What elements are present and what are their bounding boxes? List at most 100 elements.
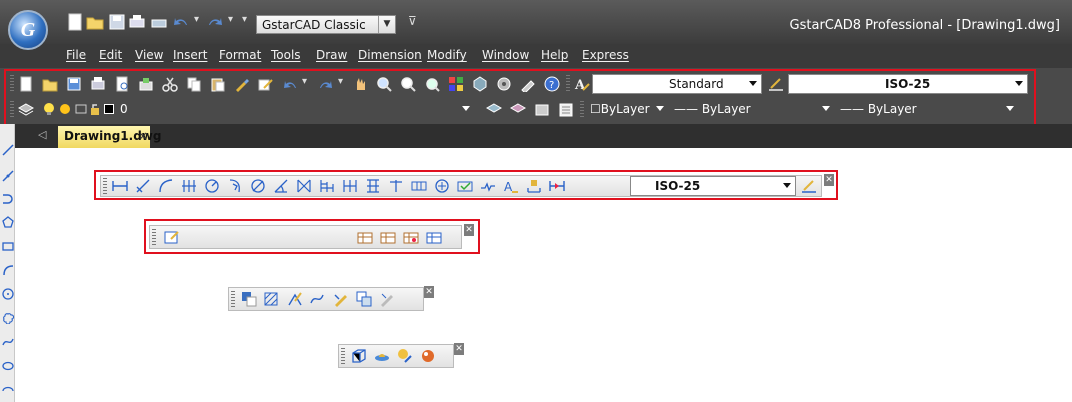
tab-drawing1[interactable]: Drawing1.dwg ×	[58, 126, 161, 148]
revision-cloud-icon[interactable]	[2, 312, 14, 324]
menu-express[interactable]: Express	[582, 48, 629, 62]
close-icon[interactable]: ×	[138, 129, 148, 143]
save-icon[interactable]	[66, 76, 82, 92]
ellipse-icon[interactable]	[2, 360, 14, 372]
table-export-icon[interactable]	[426, 229, 442, 245]
dimension-style-icon[interactable]	[801, 178, 817, 194]
layer-dropdown[interactable]: 0	[40, 100, 474, 120]
dimension-break-icon[interactable]	[388, 178, 404, 194]
close-toolbar-button[interactable]: ✕	[464, 224, 474, 236]
toolbar-grip[interactable]	[341, 348, 345, 364]
bring-to-front-icon[interactable]	[241, 291, 257, 307]
make-object-layer-current-icon[interactable]	[486, 102, 502, 118]
spline-icon[interactable]	[2, 336, 14, 348]
menu-format[interactable]: Format	[219, 48, 261, 62]
angular-dimension-icon[interactable]	[273, 178, 289, 194]
dimension-space-icon[interactable]	[365, 178, 381, 194]
line-icon[interactable]	[2, 144, 14, 156]
design-center-icon[interactable]	[448, 76, 464, 92]
render-icon[interactable]	[420, 348, 436, 364]
undo-dropdown-icon[interactable]: ▾	[194, 14, 199, 25]
light-icon[interactable]	[374, 348, 390, 364]
tab-scroll-left-icon[interactable]: ◁	[38, 128, 46, 141]
zoom-previous-icon[interactable]	[424, 76, 440, 92]
close-toolbar-button[interactable]: ✕	[424, 286, 434, 298]
tolerance-icon[interactable]	[411, 178, 427, 194]
dimension-text-edit-icon[interactable]	[526, 178, 542, 194]
paste-icon[interactable]	[210, 76, 226, 92]
plot-icon[interactable]	[128, 13, 146, 31]
menu-modify[interactable]: Modify	[427, 48, 467, 62]
quick-dimension-icon[interactable]	[296, 178, 312, 194]
arc-length-icon[interactable]	[158, 178, 174, 194]
menu-help[interactable]: Help	[541, 48, 568, 62]
cut-icon[interactable]	[162, 76, 178, 92]
rectangle-icon[interactable]	[2, 240, 14, 252]
attribute-edit-icon[interactable]	[333, 291, 349, 307]
edit-text-icon[interactable]	[164, 229, 180, 245]
markup-icon[interactable]	[520, 76, 536, 92]
radius-dimension-icon[interactable]	[204, 178, 220, 194]
close-toolbar-button[interactable]: ✕	[824, 174, 834, 186]
color-dropdown[interactable]: ☐ByLayer	[590, 100, 668, 120]
link-table-icon[interactable]	[403, 229, 419, 245]
print-icon[interactable]	[150, 13, 168, 31]
close-toolbar-button[interactable]: ✕	[454, 343, 464, 355]
open-icon[interactable]	[86, 13, 104, 31]
dimension-style-control[interactable]: ISO-25	[630, 176, 796, 196]
menu-view[interactable]: View	[135, 48, 163, 62]
undo-dropdown-icon[interactable]: ▾	[302, 76, 307, 87]
toolbar-grip[interactable]	[103, 178, 107, 194]
toolbar-grip[interactable]	[566, 75, 570, 91]
inspection-icon[interactable]	[457, 178, 473, 194]
quick-access-overflow-icon[interactable]: ⊽	[408, 14, 417, 28]
layer-state-icon[interactable]	[534, 102, 550, 118]
zoom-realtime-icon[interactable]	[376, 76, 392, 92]
menu-file[interactable]: File	[66, 48, 86, 62]
linetype-dropdown[interactable]: —— ByLayer	[672, 100, 834, 120]
layer-walk-icon[interactable]	[558, 102, 574, 118]
continue-dimension-icon[interactable]	[342, 178, 358, 194]
arc-icon[interactable]	[2, 264, 14, 276]
new-icon[interactable]	[18, 76, 34, 92]
spline-edit-icon[interactable]	[310, 291, 326, 307]
redo-icon[interactable]	[206, 13, 224, 31]
properties-icon[interactable]	[472, 76, 488, 92]
toolbar-grip[interactable]	[152, 229, 156, 245]
layer-previous-icon[interactable]	[510, 102, 526, 118]
polyline-edit-icon[interactable]	[287, 291, 303, 307]
match-properties-icon[interactable]	[234, 76, 250, 92]
layer-properties-icon[interactable]	[18, 102, 34, 118]
dimension-edit-icon[interactable]: A	[503, 178, 519, 194]
hatch-edit-icon[interactable]	[264, 291, 280, 307]
toolbar-grip[interactable]	[10, 75, 14, 91]
text-style-dropdown[interactable]: Standard	[592, 74, 762, 94]
jogged-linear-icon[interactable]	[480, 178, 496, 194]
customize-quick-access-icon[interactable]: ▾	[242, 14, 247, 25]
menu-insert[interactable]: Insert	[173, 48, 207, 62]
menu-draw[interactable]: Draw	[316, 48, 347, 62]
application-menu-button[interactable]: G	[8, 10, 48, 50]
publish-icon[interactable]	[138, 76, 154, 92]
text-style-icon[interactable]: A	[574, 76, 590, 92]
undo-icon[interactable]	[282, 76, 298, 92]
pan-icon[interactable]	[352, 76, 368, 92]
box-3d-icon[interactable]	[351, 348, 367, 364]
baseline-dimension-icon[interactable]	[319, 178, 335, 194]
plot-preview-icon[interactable]	[114, 76, 130, 92]
redo-icon[interactable]	[318, 76, 334, 92]
dimension-style-dropdown[interactable]: ISO-25	[788, 74, 1028, 94]
toolbar-grip[interactable]	[10, 101, 14, 117]
materials-icon[interactable]	[397, 348, 413, 364]
open-icon[interactable]	[42, 76, 58, 92]
menu-tools[interactable]: Tools	[271, 48, 301, 62]
center-mark-icon[interactable]	[434, 178, 450, 194]
copy-icon[interactable]	[186, 76, 202, 92]
diameter-dimension-icon[interactable]	[250, 178, 266, 194]
jogged-dimension-icon[interactable]	[227, 178, 243, 194]
polyline-icon[interactable]	[2, 193, 14, 205]
block-editor-icon[interactable]	[258, 76, 274, 92]
construction-line-icon[interactable]	[2, 170, 14, 182]
undo-icon[interactable]	[172, 13, 190, 31]
save-icon[interactable]	[108, 13, 126, 31]
